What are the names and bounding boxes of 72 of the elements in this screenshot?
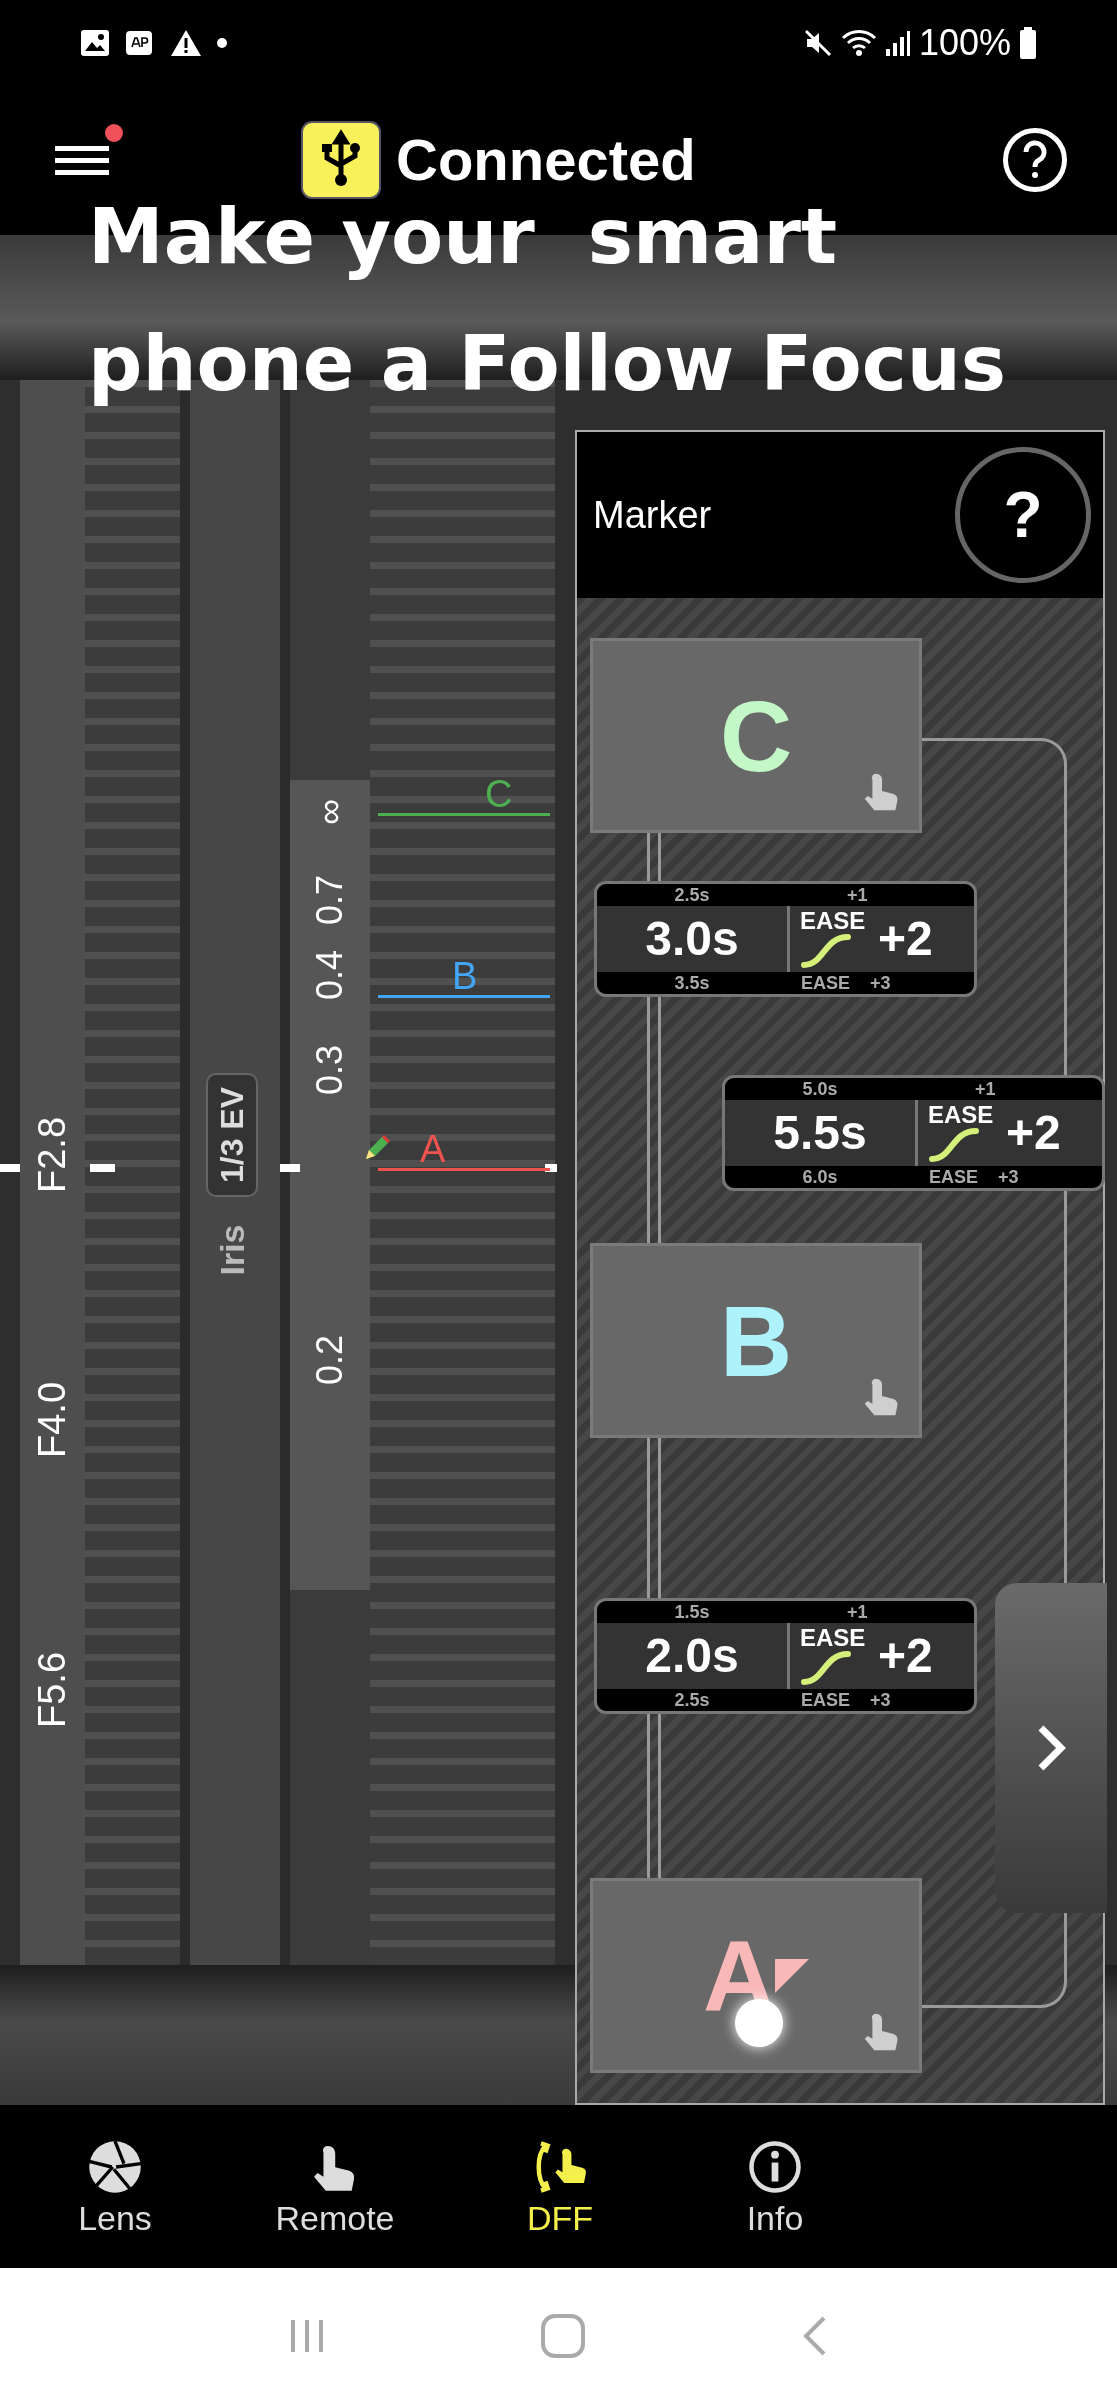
aperture-label: F5.6 <box>33 1652 71 1728</box>
marker-card[interactable]: B <box>590 1243 922 1438</box>
distance-label: 0.7 <box>312 875 348 925</box>
marker-letter: B <box>719 1290 793 1391</box>
time-option: 2.5s <box>597 1691 787 1709</box>
ease-option: +1 <box>975 1080 996 1098</box>
ease-option: EASE <box>801 974 851 992</box>
time-option: 2.5s <box>597 886 787 904</box>
marker-card[interactable]: C <box>590 638 922 833</box>
mute-icon <box>802 27 833 58</box>
marker-letter: C <box>719 685 793 786</box>
connection-status: Connected <box>396 131 696 189</box>
info-icon <box>747 2138 803 2195</box>
dot-icon <box>216 36 228 49</box>
ease-label: EASE <box>800 909 866 933</box>
center-mark <box>280 1164 300 1172</box>
ease-option: +1 <box>847 886 868 904</box>
warning-icon <box>170 28 202 57</box>
center-mark <box>90 1164 115 1172</box>
nav-tab[interactable]: Remote <box>270 2138 400 2235</box>
battery-percentage: 100% <box>918 24 1011 61</box>
transition-time: 3.0s <box>644 915 740 963</box>
ease-value: +2 <box>878 915 933 963</box>
time-option: 5.0s <box>725 1080 915 1098</box>
usb-icon <box>300 120 382 200</box>
aperture-label: F2.8 <box>33 1117 71 1193</box>
headline-text: phone a Follow Focus <box>88 320 1007 408</box>
center-mark <box>0 1164 20 1172</box>
iris-label: Iris <box>215 1224 249 1276</box>
ease-value: +2 <box>1006 1109 1061 1157</box>
ease-option: +3 <box>870 1691 891 1709</box>
panel-title: Marker <box>593 492 712 538</box>
wifi-icon <box>840 27 877 58</box>
corner-flag-icon <box>775 1958 810 1993</box>
transition-picker[interactable]: 1.5s +1 2.0s EASE +2 2.5s EASE +3 <box>594 1598 977 1714</box>
transition-time: 5.5s <box>772 1109 868 1157</box>
next-button[interactable] <box>995 1583 1107 1913</box>
nav-tab[interactable]: DFF <box>495 2138 625 2235</box>
aperture-label: F4.0 <box>33 1382 71 1458</box>
marker-label: C <box>485 775 513 813</box>
battery-icon <box>1019 26 1037 59</box>
time-option: 6.0s <box>725 1168 915 1186</box>
ease-option: +3 <box>998 1168 1019 1186</box>
signal-icon <box>884 28 911 57</box>
ease-label: EASE <box>928 1103 994 1127</box>
image-icon <box>80 28 110 57</box>
marker-label: A <box>420 1130 446 1168</box>
transition-time: 2.0s <box>644 1632 740 1680</box>
nav-tab[interactable]: Info <box>710 2138 840 2235</box>
help-button[interactable] <box>1003 128 1067 192</box>
nav-tab[interactable]: Lens <box>50 2138 180 2235</box>
distance-label: 0.3 <box>312 1045 348 1095</box>
help-button[interactable]: ? <box>955 447 1091 583</box>
step-badge: 1/3 EV <box>206 1072 258 1198</box>
chevron-right-icon <box>1036 1723 1066 1773</box>
distance-label: 0.4 <box>312 950 348 1000</box>
distance-label: ∞ <box>312 799 348 825</box>
transition-picker[interactable]: 2.5s +1 3.0s EASE +2 3.5s EASE +3 <box>594 881 977 997</box>
ease-option: EASE <box>801 1691 851 1709</box>
home-icon[interactable] <box>540 2312 587 2359</box>
ease-option: EASE <box>929 1168 979 1186</box>
aperture-icon <box>87 2138 143 2195</box>
marker-label: B <box>452 957 478 995</box>
time-option: 1.5s <box>597 1603 787 1621</box>
distance-label: 0.2 <box>312 1335 348 1385</box>
transition-picker[interactable]: 5.0s +1 5.5s EASE +2 6.0s EASE +3 <box>722 1075 1105 1191</box>
ease-label: EASE <box>800 1626 866 1650</box>
time-option: 3.5s <box>597 974 787 992</box>
ease-option: +1 <box>847 1603 868 1621</box>
headline-text: Make your smart <box>88 193 839 281</box>
ease-option: +3 <box>870 974 891 992</box>
ease-value: +2 <box>878 1632 933 1680</box>
